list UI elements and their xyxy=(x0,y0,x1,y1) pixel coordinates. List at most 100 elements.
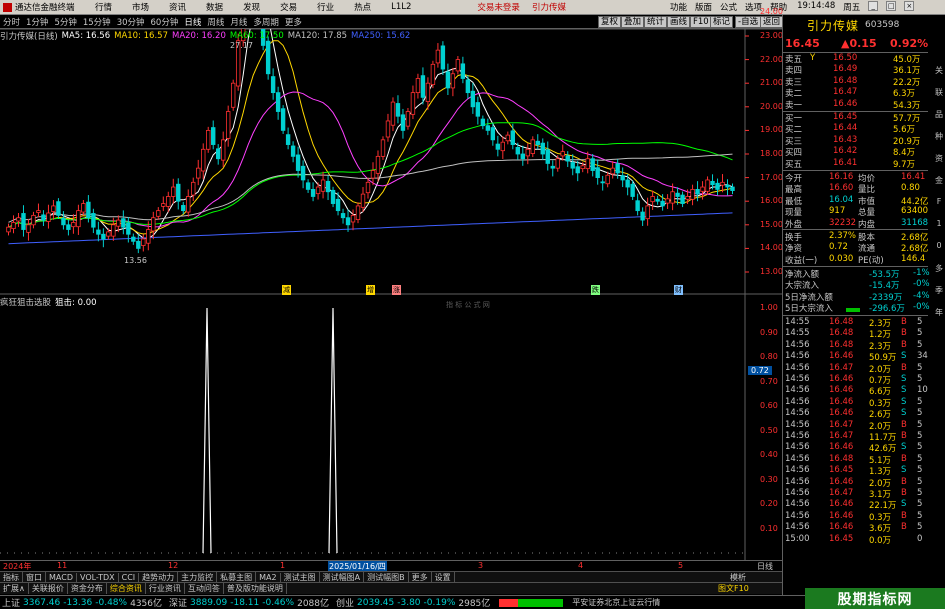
back-button[interactable]: 返回 xyxy=(760,16,784,28)
period-more[interactable]: 更多 xyxy=(285,16,302,28)
indicator-tab[interactable]: 指标 xyxy=(0,571,23,583)
side-tab[interactable]: 关 xyxy=(934,65,944,76)
sz-index-name[interactable]: 深证 xyxy=(169,596,187,609)
overlay-button[interactable]: 叠加 xyxy=(621,16,645,28)
side-tab[interactable]: 联 xyxy=(934,87,944,98)
indicator-tab[interactable]: 窗口 xyxy=(23,571,46,583)
menu-item-function[interactable]: 功能 xyxy=(670,1,687,13)
side-tab[interactable]: 多 xyxy=(934,263,944,274)
period-daily[interactable]: 日线 xyxy=(184,16,201,28)
event-marker-reduce[interactable]: 减 xyxy=(282,285,291,295)
cy-index-name[interactable]: 创业 xyxy=(336,596,354,609)
bottom-tab[interactable]: 普及版功能说明 xyxy=(224,583,287,594)
period-60min[interactable]: 60分钟 xyxy=(151,16,179,28)
ask-row: 卖一 16.46 54.3万 xyxy=(783,99,928,111)
event-marker-up[interactable]: 涨 xyxy=(392,285,401,295)
indicator-tab[interactable]: 测试主图 xyxy=(281,571,320,583)
period-weekly[interactable]: 周线 xyxy=(207,16,224,28)
tick-row-cell: 0.3万 xyxy=(869,512,892,523)
menu-item-news[interactable]: 资讯 xyxy=(169,1,186,13)
close-button[interactable]: × xyxy=(904,1,915,11)
bottom-tab[interactable]: 资金分布 xyxy=(68,583,107,594)
indicator-tab[interactable]: MACD xyxy=(46,572,77,582)
indicator-tab[interactable]: 测试幅图B xyxy=(364,571,409,583)
side-tab[interactable]: F xyxy=(934,197,944,206)
menu-item-formula[interactable]: 公式 xyxy=(720,1,737,13)
indicator-tab[interactable]: CCI xyxy=(119,572,140,582)
indicator-tab[interactable]: 趋势动力 xyxy=(139,571,179,583)
model-tab[interactable]: 模析 xyxy=(730,572,746,583)
price-axis-label: 15.00 xyxy=(760,219,783,229)
menu-item-hot[interactable]: 热点 xyxy=(354,1,371,13)
trade-stock-link[interactable]: 引力传媒 xyxy=(532,1,566,13)
candle-body xyxy=(151,217,156,232)
bottom-tab[interactable]: 关联报价 xyxy=(29,583,68,594)
side-tab[interactable]: 种 xyxy=(934,131,944,142)
menu-item-trade[interactable]: 交易 xyxy=(280,1,297,13)
period-1min[interactable]: 1分钟 xyxy=(26,16,48,28)
side-tab[interactable]: 资 xyxy=(934,153,944,164)
adjust-button[interactable]: 复权 xyxy=(598,16,622,28)
bottom-tab[interactable]: 互动问答 xyxy=(185,583,224,594)
period-15min[interactable]: 15分钟 xyxy=(83,16,111,28)
menu-item-discover[interactable]: 发现 xyxy=(243,1,260,13)
side-tab[interactable]: 季 xyxy=(934,285,944,296)
stats-button[interactable]: 统计 xyxy=(644,16,668,28)
ask-row: 卖三 16.48 22.2万 xyxy=(783,75,928,88)
bottom-tab[interactable]: 扩展∧ xyxy=(0,583,29,594)
menu-item-market[interactable]: 市场 xyxy=(132,1,149,13)
maximize-button[interactable]: □ xyxy=(886,1,897,11)
period-5min[interactable]: 5分钟 xyxy=(54,16,76,28)
menu-item-quote[interactable]: 行情 xyxy=(95,1,112,13)
mark-button[interactable]: 标记 xyxy=(710,16,734,28)
side-tab[interactable]: 1 xyxy=(934,219,944,228)
menu-item-layout[interactable]: 版面 xyxy=(695,1,712,13)
menu-item-l1l2[interactable]: L1L2 xyxy=(391,2,411,12)
menu-item-data[interactable]: 数据 xyxy=(206,1,223,13)
trade-login-link[interactable]: 交易未登录 xyxy=(477,1,520,13)
menu-item-industry[interactable]: 行业 xyxy=(317,1,334,13)
draw-button[interactable]: 画线 xyxy=(667,16,691,28)
indicator-tab[interactable]: 测试幅图A xyxy=(320,571,365,583)
event-marker-finance[interactable]: 财 xyxy=(674,285,683,295)
candle-body xyxy=(545,149,550,164)
side-tab[interactable]: 年 xyxy=(934,307,944,318)
indicator-tab[interactable]: MA2 xyxy=(256,572,281,582)
indicator-tab[interactable]: VOL-TDX xyxy=(77,572,119,582)
indicator-tab[interactable]: 更多 xyxy=(409,571,432,583)
bottom-tab[interactable]: 综合资讯 xyxy=(107,583,146,594)
sh-index-name[interactable]: 上证 xyxy=(2,596,20,609)
remove-watch-button[interactable]: -自选 xyxy=(735,16,762,28)
side-tab[interactable]: 0 xyxy=(934,241,944,250)
period-multi[interactable]: 多周期 xyxy=(253,16,279,28)
minimize-button[interactable]: _ xyxy=(868,1,879,11)
stat-row: 外盘 32232 内盘 31168 xyxy=(783,218,928,230)
indicator-tab[interactable]: 私募主图 xyxy=(217,571,257,583)
kline-chart[interactable] xyxy=(0,29,782,589)
candle-body xyxy=(665,198,670,204)
event-marker-increase[interactable]: 增 xyxy=(366,285,375,295)
period-intraday[interactable]: 分时 xyxy=(3,16,20,28)
f10-graphic-tab[interactable]: 图文F10 xyxy=(718,583,749,594)
price-change-pct: 0.92% xyxy=(890,36,929,50)
ask-row-cell: 16.48 xyxy=(833,75,858,86)
side-tab[interactable]: 品 xyxy=(934,109,944,120)
period-monthly[interactable]: 月线 xyxy=(230,16,247,28)
bid-row-cell: 买四 xyxy=(785,148,803,159)
tick-row: 14:55 16.48 2.3万 B 5 xyxy=(783,317,928,329)
candle-body xyxy=(66,224,71,230)
tick-row-cell: 16.46 xyxy=(829,351,854,362)
tick-row-cell: S xyxy=(901,499,907,510)
candle-body xyxy=(225,111,231,139)
indicator-tab[interactable]: 设置 xyxy=(432,571,455,583)
side-tab[interactable]: 金 xyxy=(934,175,944,186)
bottom-tab[interactable]: 行业资讯 xyxy=(146,583,185,594)
tick-row-cell: 5 xyxy=(917,465,923,476)
event-marker-down[interactable]: 跌 xyxy=(591,285,600,295)
tick-row-cell: 16.46 xyxy=(829,522,854,533)
period-30min[interactable]: 30分钟 xyxy=(117,16,145,28)
indicator-tab[interactable]: 主力监控 xyxy=(178,571,218,583)
f10-button[interactable]: F10 xyxy=(690,16,712,28)
tick-row: 14:56 16.46 0.3万 S 5 xyxy=(783,397,928,409)
sh-index-value: 3367.46 xyxy=(23,597,61,608)
